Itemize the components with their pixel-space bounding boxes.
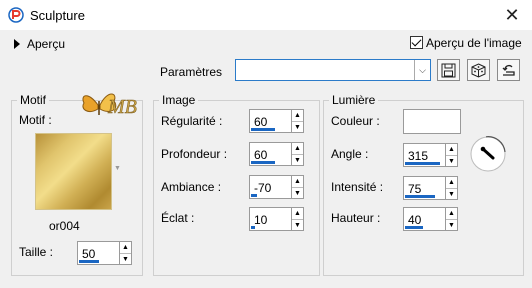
spin-down-icon[interactable]: ▼ [292, 121, 303, 132]
angle-spinner[interactable]: 315 ▲ ▼ [403, 143, 458, 167]
taille-spinner[interactable]: 50 ▲ ▼ [77, 241, 132, 265]
intensite-spinner[interactable]: 75 ▲ ▼ [403, 176, 458, 200]
ambiance-spinner[interactable]: -70 ▲ ▼ [249, 175, 304, 199]
angle-label: Angle : [331, 147, 369, 161]
intensite-level-bar [405, 195, 435, 198]
intensite-value: 75 [408, 182, 422, 196]
angle-value: 315 [408, 149, 429, 163]
profondeur-value: 60 [254, 148, 268, 162]
taille-value: 50 [82, 247, 96, 261]
hauteur-spinner[interactable]: 40 ▲ ▼ [403, 207, 458, 231]
spin-up-icon[interactable]: ▲ [446, 208, 457, 219]
randomize-icon [471, 63, 486, 78]
taille-label: Taille : [19, 245, 54, 259]
ambiance-value: -70 [254, 181, 272, 195]
close-button[interactable]: ✕ [492, 0, 532, 30]
image-group-title: Image [159, 93, 199, 107]
profondeur-level-bar [251, 161, 275, 164]
spin-up-icon[interactable]: ▲ [446, 177, 457, 188]
ambiance-level-bar [251, 194, 257, 197]
eclat-spinner[interactable]: 10 ▲ ▼ [249, 207, 304, 231]
spin-down-icon[interactable]: ▼ [292, 187, 303, 198]
preview-image-label: Aperçu de l'image [426, 36, 522, 50]
hauteur-label: Hauteur : [331, 211, 381, 225]
pattern-name: or004 [49, 219, 80, 233]
profondeur-label: Profondeur : [161, 147, 228, 161]
randomize-button[interactable] [467, 59, 490, 81]
parametres-label: Paramètres [160, 65, 223, 79]
reset-icon [502, 64, 515, 76]
couleur-swatch[interactable] [403, 109, 461, 134]
spin-down-icon[interactable]: ▼ [292, 154, 303, 165]
spin-up-icon[interactable]: ▲ [292, 110, 303, 121]
spin-down-icon[interactable]: ▼ [292, 219, 303, 230]
profondeur-spinner[interactable]: 60 ▲ ▼ [249, 142, 304, 166]
regularite-spinner[interactable]: 60 ▲ ▼ [249, 109, 304, 133]
checkbox-icon [410, 36, 423, 49]
eclat-label: Éclat : [161, 211, 195, 225]
eclat-level-bar [251, 226, 255, 229]
window-title: Sculpture [30, 8, 85, 23]
regularite-value: 60 [254, 115, 268, 129]
butterfly-logo: MB [82, 93, 137, 118]
expand-arrow-icon [14, 39, 20, 49]
taille-level-bar [79, 260, 99, 263]
save-preset-icon [441, 63, 456, 78]
pattern-swatch[interactable] [35, 133, 112, 210]
close-icon: ✕ [504, 5, 520, 25]
couleur-label: Couleur : [331, 114, 380, 128]
ambiance-label: Ambiance : [161, 180, 222, 194]
spin-up-icon[interactable]: ▲ [292, 176, 303, 187]
regularite-label: Régularité : [161, 114, 223, 128]
app-icon [8, 7, 24, 23]
title-bar: Sculpture ✕ [0, 0, 532, 30]
save-preset-button[interactable] [437, 59, 460, 81]
spin-down-icon[interactable]: ▼ [446, 219, 457, 230]
angle-dial-icon[interactable] [469, 135, 507, 173]
spin-down-icon[interactable]: ▼ [446, 155, 457, 166]
hauteur-value: 40 [408, 213, 422, 227]
dropdown-arrow-icon: ⌵ [414, 60, 430, 80]
preview-image-checkbox[interactable]: Aperçu de l'image [410, 36, 522, 50]
spin-up-icon[interactable]: ▲ [446, 144, 457, 155]
preview-toggle[interactable]: Aperçu [14, 37, 65, 51]
spin-down-icon[interactable]: ▼ [446, 188, 457, 199]
intensite-label: Intensité : [331, 180, 384, 194]
logo-text: MB [107, 96, 137, 118]
hauteur-level-bar [405, 226, 423, 229]
swatch-dropdown-icon: ▼ [114, 165, 121, 172]
eclat-value: 10 [254, 213, 268, 227]
lumiere-group-title: Lumière [329, 93, 379, 107]
spin-up-icon[interactable]: ▲ [292, 143, 303, 154]
reset-button[interactable] [497, 59, 520, 81]
spin-up-icon[interactable]: ▲ [120, 242, 131, 253]
regularite-level-bar [251, 128, 275, 131]
spin-down-icon[interactable]: ▼ [120, 253, 131, 264]
motif-group-title: Motif [17, 93, 50, 107]
angle-level-bar [405, 162, 440, 165]
spin-up-icon[interactable]: ▲ [292, 208, 303, 219]
motif-label: Motif : [19, 113, 52, 127]
preview-toggle-label: Aperçu [27, 37, 66, 51]
parametres-dropdown[interactable]: ⌵ [235, 59, 431, 81]
